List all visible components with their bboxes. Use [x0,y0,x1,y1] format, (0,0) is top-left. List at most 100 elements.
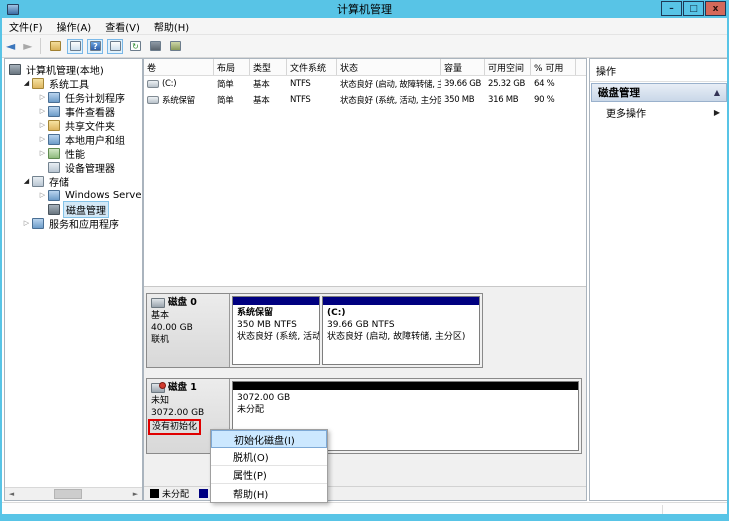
disk-0-size: 40.00 GB [151,322,229,334]
performance-icon [48,148,60,159]
tree-item-shared-folders[interactable]: 共享文件夹 [5,118,142,132]
expand-icon[interactable] [37,93,48,101]
expand-icon[interactable] [37,121,48,129]
menu-bar: 文件(F) 操作(A) 查看(V) 帮助(H) [2,18,727,35]
actions-disk-management-header[interactable]: 磁盘管理 ▲ [591,83,727,102]
computer-icon [9,64,21,75]
volume-row-c[interactable]: (C:) 简单 基本 NTFS 状态良好 (启动, 故障转储, 主分区) 39.… [144,76,586,92]
toolbar: ◄ ► ? ↻ [2,35,727,58]
partition-system-reserved[interactable]: 系统保留 350 MB NTFS 状态良好 (系统, 活动, 主分区) [232,296,320,365]
window-title: 计算机管理 [2,1,727,17]
backup-icon [48,190,60,201]
forward-icon[interactable]: ► [19,40,36,52]
column-pct-free[interactable]: % 可用 [531,59,576,75]
partition-c[interactable]: (C:) 39.66 GB NTFS 状态良好 (启动, 故障转储, 主分区) [322,296,480,365]
menu-item-help[interactable]: 帮助(H) [211,484,327,502]
computer-management-window: 计算机管理 – □ x 文件(F) 操作(A) 查看(V) 帮助(H) ◄ ► … [0,0,729,521]
minimize-button[interactable]: – [661,1,682,16]
legend-color-swatch [199,489,208,498]
volume-icon [147,80,159,88]
refresh-icon[interactable]: ↻ [127,39,143,54]
show-window-icon[interactable] [107,39,123,54]
tree-item-local-users-groups[interactable]: 本地用户和组 [5,132,142,146]
column-type[interactable]: 类型 [250,59,287,75]
menu-item-initialize-disk[interactable]: 初始化磁盘(I) [211,430,327,448]
menu-action[interactable]: 操作(A) [50,18,99,35]
disk-0-label-panel[interactable]: 磁盘 0 基本 40.00 GB 联机 [147,294,230,367]
disk-0-type: 基本 [151,310,229,322]
volume-row-system-reserved[interactable]: 系统保留 简单 基本 NTFS 状态良好 (系统, 活动, 主分区) 350 M… [144,92,586,108]
collapse-icon[interactable] [21,177,32,185]
expand-icon[interactable] [37,191,48,199]
unallocated-bar [233,382,578,390]
menu-file[interactable]: 文件(F) [2,18,50,35]
submenu-arrow-icon: ▶ [714,108,720,117]
system-tools-icon [32,78,44,89]
actions-pane-title: 操作 [590,59,728,82]
device-manager-icon [48,162,60,173]
volume-icon [147,96,159,104]
menu-item-offline[interactable]: 脱机(O) [211,448,327,466]
column-capacity[interactable]: 容量 [441,59,485,75]
primary-partition-bar [233,297,319,305]
disk-0-row[interactable]: 磁盘 0 基本 40.00 GB 联机 系统保留 350 MB NTFS 状态良… [146,293,483,368]
export-icon[interactable] [47,39,63,54]
event-viewer-icon [48,106,60,117]
expand-icon[interactable] [37,107,48,115]
tree-item-computer-management[interactable]: 计算机管理(本地) [5,62,142,76]
disk-0-status: 联机 [151,334,229,346]
unknown-disk-icon [151,383,165,393]
collapse-icon[interactable] [21,79,32,87]
column-volume[interactable]: 卷 [144,59,214,75]
tree-item-services-applications[interactable]: 服务和应用程序 [5,216,142,230]
menu-help[interactable]: 帮助(H) [147,18,196,35]
primary-partition-bar [323,297,479,305]
tree-item-task-scheduler[interactable]: 任务计划程序 [5,90,142,104]
services-icon [32,218,44,229]
expand-icon[interactable] [37,149,48,157]
disk-1-type: 未知 [151,395,229,407]
scrollbar-thumb[interactable] [54,489,82,499]
column-status[interactable]: 状态 [337,59,441,75]
task-scheduler-icon [48,92,60,103]
window-bottom-border [2,514,727,521]
collapse-section-icon[interactable]: ▲ [714,88,720,97]
scroll-left-icon[interactable]: ◄ [5,488,18,500]
expand-icon[interactable] [21,219,32,227]
storage-icon[interactable] [147,39,163,54]
back-icon[interactable]: ◄ [2,40,19,52]
toolbar-separator [40,38,41,54]
menu-item-properties[interactable]: 属性(P) [211,466,327,484]
close-button[interactable]: x [705,1,726,16]
disk-icon [151,298,165,308]
column-free-space[interactable]: 可用空间 [485,59,531,75]
column-layout[interactable]: 布局 [214,59,250,75]
manage-icon[interactable] [167,39,183,54]
legend-color-swatch [150,489,159,498]
column-filesystem[interactable]: 文件系统 [287,59,337,75]
tree-item-storage[interactable]: 存储 [5,174,142,188]
maximize-button[interactable]: □ [683,1,704,16]
tree-item-performance[interactable]: 性能 [5,146,142,160]
more-actions-item[interactable]: 更多操作 ▶ [590,103,728,121]
menu-view[interactable]: 查看(V) [98,18,147,35]
tree-item-system-tools[interactable]: 系统工具 [5,76,142,90]
title-bar: 计算机管理 – □ x [2,0,727,18]
storage-icon [32,176,44,187]
tree-item-event-viewer[interactable]: 事件查看器 [5,104,142,118]
context-menu: 初始化磁盘(I) 脱机(O) 属性(P) 帮助(H) [210,429,328,503]
scroll-right-icon[interactable]: ► [129,488,142,500]
tree-item-device-manager[interactable]: 设备管理器 [5,160,142,174]
volume-list-header: 卷 布局 类型 文件系统 状态 容量 可用空间 % 可用 [144,59,586,76]
console-tree-pane: 计算机管理(本地) 系统工具 任务计划程序 事件查看器 共享文件夹 [4,58,143,501]
expand-icon[interactable] [37,135,48,143]
legend-unallocated: 未分配 [150,487,189,500]
disk-1-size: 3072.00 GB [151,407,229,419]
tree-item-disk-management[interactable]: 磁盘管理 [5,202,142,216]
scrollbar-track[interactable] [18,488,129,500]
unallocated-label: 未分配 [237,404,578,416]
help-icon[interactable]: ? [87,39,103,54]
console-tree-icon[interactable] [67,39,83,54]
horizontal-scrollbar[interactable]: ◄ ► [5,487,142,500]
users-icon [48,134,60,145]
